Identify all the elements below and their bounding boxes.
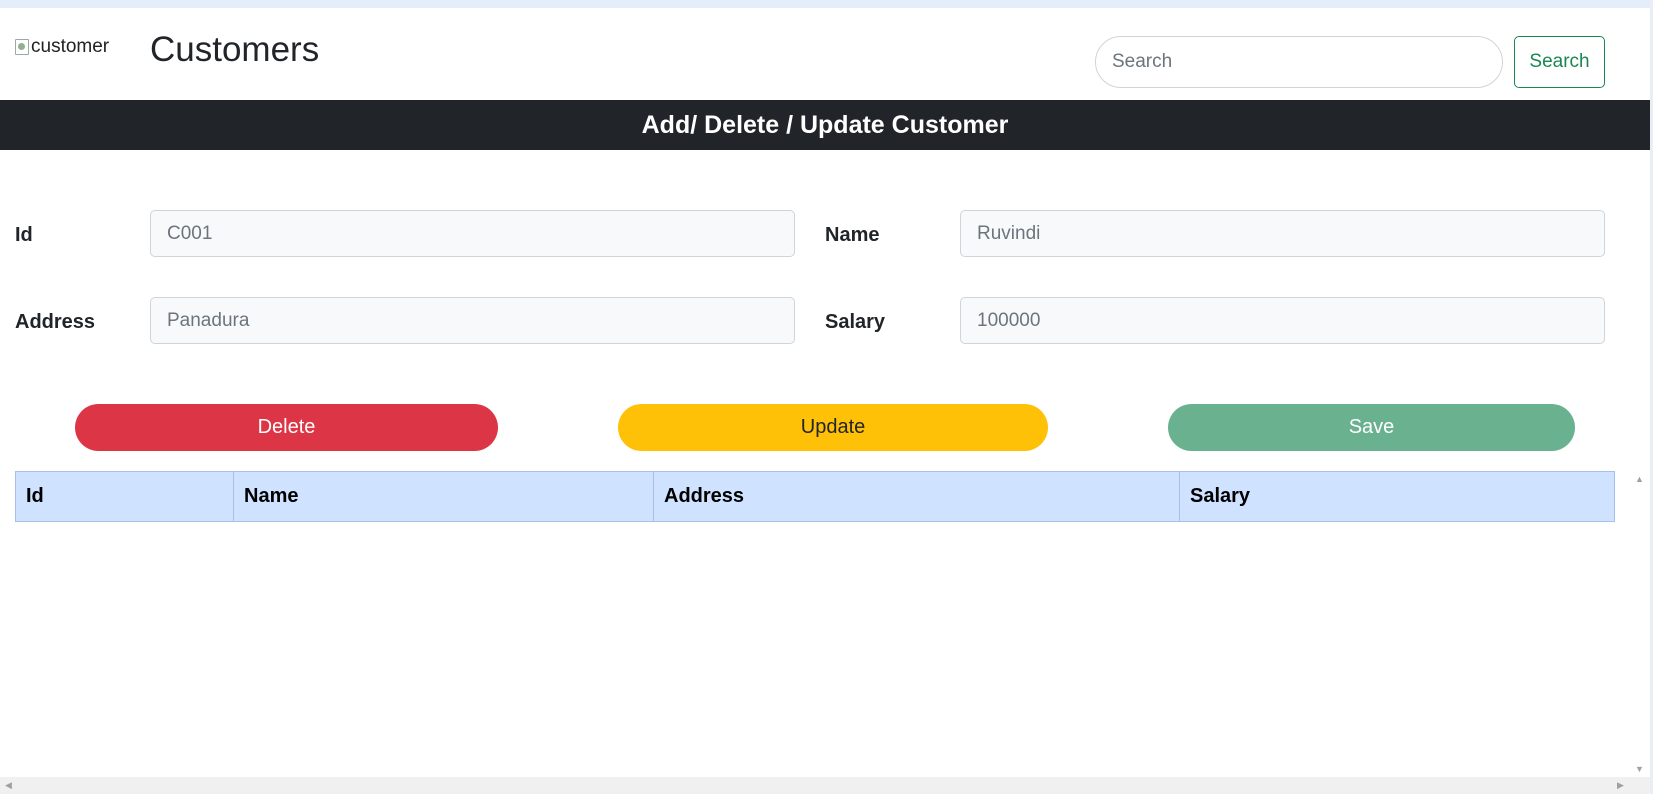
column-header-id: Id bbox=[15, 471, 234, 522]
page-title: Customers bbox=[150, 30, 320, 69]
name-label: Name bbox=[825, 224, 880, 246]
update-button[interactable]: Update bbox=[618, 404, 1048, 451]
scroll-down-icon[interactable]: ▼ bbox=[1629, 761, 1650, 777]
logo-alt-text: customer bbox=[31, 36, 110, 57]
name-field[interactable] bbox=[960, 210, 1605, 257]
section-title: Add/ Delete / Update Customer bbox=[0, 100, 1650, 150]
search-button[interactable]: Search bbox=[1514, 36, 1605, 88]
address-label: Address bbox=[15, 311, 96, 333]
table-header-row: Id Name Address Salary bbox=[15, 471, 1615, 522]
delete-button[interactable]: Delete bbox=[75, 404, 498, 451]
scroll-right-icon[interactable]: ▶ bbox=[1612, 777, 1629, 794]
broken-image-icon bbox=[15, 39, 29, 55]
column-header-address: Address bbox=[653, 471, 1180, 522]
id-field[interactable] bbox=[150, 210, 795, 257]
salary-label: Salary bbox=[825, 311, 886, 333]
save-button[interactable]: Save bbox=[1168, 404, 1575, 451]
top-strip bbox=[0, 0, 1653, 8]
column-header-name: Name bbox=[233, 471, 654, 522]
column-header-salary: Salary bbox=[1179, 471, 1615, 522]
scroll-left-icon[interactable]: ◀ bbox=[0, 777, 17, 794]
vertical-scrollbar[interactable]: ▲ ▼ bbox=[1629, 471, 1650, 777]
horizontal-scrollbar[interactable]: ◀ ▶ bbox=[0, 777, 1650, 794]
customer-table: Id Name Address Salary bbox=[15, 471, 1615, 522]
page-header: customer Customers Search bbox=[0, 8, 1650, 100]
id-label: Id bbox=[15, 224, 33, 246]
salary-field[interactable] bbox=[960, 297, 1605, 344]
customer-table-container: Id Name Address Salary bbox=[15, 471, 1615, 522]
search-input[interactable] bbox=[1095, 36, 1503, 88]
address-field[interactable] bbox=[150, 297, 795, 344]
logo: customer bbox=[15, 36, 109, 58]
scroll-up-icon[interactable]: ▲ bbox=[1629, 471, 1650, 487]
